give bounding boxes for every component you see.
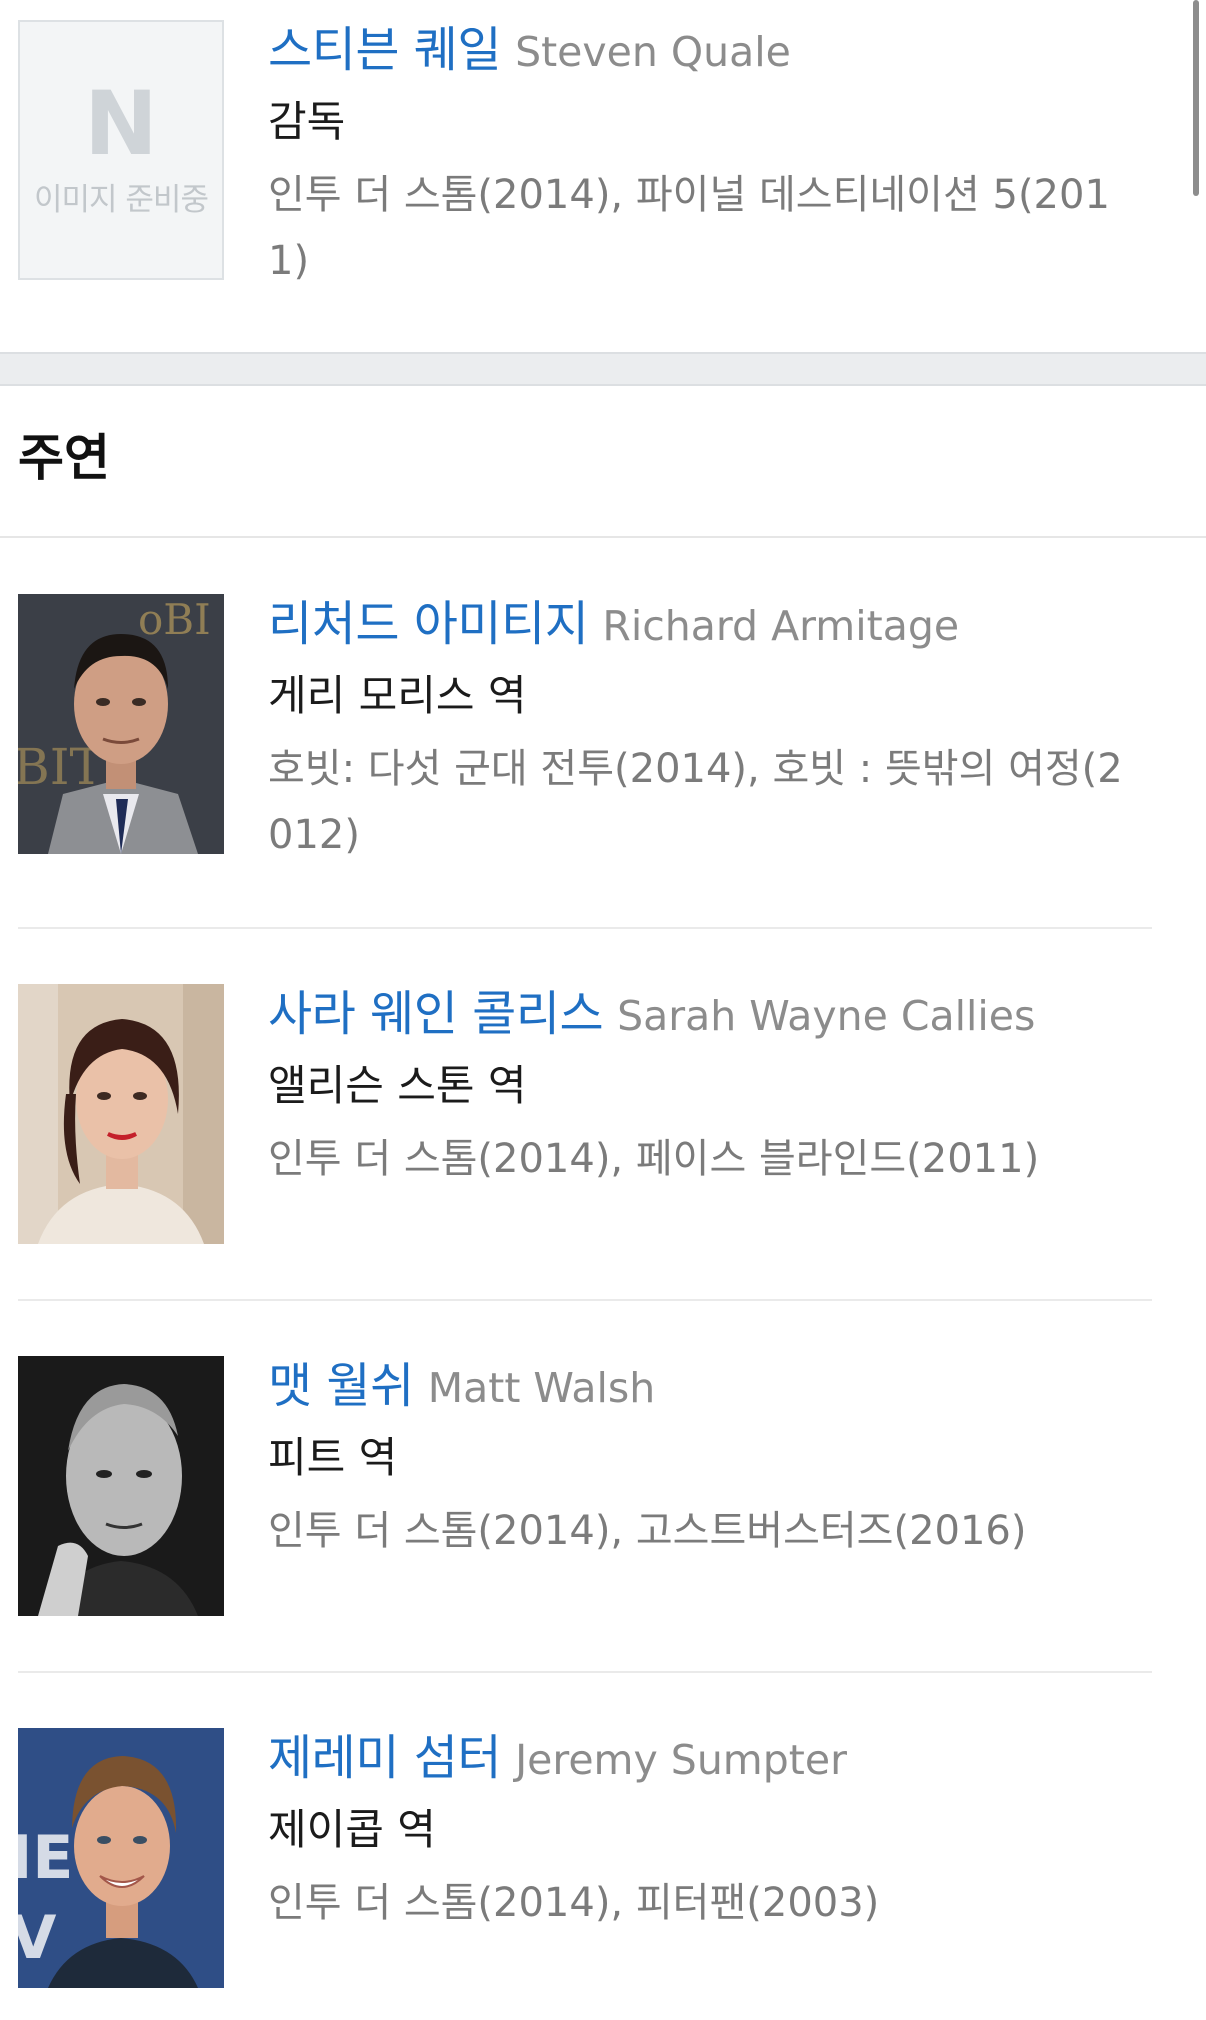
cast-name-ko[interactable]: 리처드 아미티지 bbox=[268, 596, 589, 652]
director-name-en: Steven Quale bbox=[515, 28, 791, 76]
scrollbar[interactable] bbox=[1193, 0, 1199, 196]
cast-name-en: Matt Walsh bbox=[427, 1364, 656, 1412]
cast-name-en: Jeremy Sumpter bbox=[515, 1736, 847, 1784]
svg-text:V: V bbox=[18, 1903, 57, 1973]
svg-text:IE: IE bbox=[18, 1823, 73, 1893]
list-divider bbox=[18, 1671, 1152, 1673]
cast-info: 사라 웨인 콜리스 Sarah Wayne Callies 앨리슨 스톤 역 인투… bbox=[268, 984, 1138, 1192]
cast-name[interactable]: 사라 웨인 콜리스 Sarah Wayne Callies bbox=[268, 984, 1138, 1046]
director-works: 인투 더 스톰(2014), 파이널 데스티네이션 5(2011) bbox=[268, 172, 1110, 284]
cast-role: 앨리슨 스톤 역 bbox=[268, 1061, 527, 1110]
director-photo-placeholder: N 이미지 준비중 bbox=[18, 20, 224, 280]
person-photo-icon bbox=[18, 1356, 224, 1616]
cast-photo: oBI BIT bbox=[18, 594, 224, 854]
cast-role: 피트 역 bbox=[268, 1433, 398, 1482]
section-separator bbox=[0, 352, 1206, 386]
director-name-ko[interactable]: 스티븐 퀘일 bbox=[268, 22, 502, 78]
cast-works: 인투 더 스톰(2014), 페이스 블라인드(2011) bbox=[268, 1136, 1040, 1182]
cast-name-ko[interactable]: 사라 웨인 콜리스 bbox=[268, 986, 604, 1042]
cast-info: 리처드 아미티지 Richard Armitage 게리 모리스 역 호빗: 다섯… bbox=[268, 594, 1138, 868]
list-divider bbox=[18, 927, 1152, 929]
director-role: 감독 bbox=[268, 97, 346, 146]
cast-name[interactable]: 리처드 아미티지 Richard Armitage bbox=[268, 594, 1138, 656]
cast-photo bbox=[18, 1356, 224, 1616]
cast-name-ko[interactable]: 제레미 섬터 bbox=[268, 1730, 502, 1786]
section-title-cast: 주연 bbox=[18, 429, 110, 487]
section-divider bbox=[0, 536, 1206, 538]
person-photo-icon: oBI BIT bbox=[18, 594, 224, 854]
cast-name-en: Richard Armitage bbox=[602, 602, 960, 650]
director-name[interactable]: 스티븐 퀘일 Steven Quale bbox=[268, 20, 1138, 82]
cast-photo: IE V bbox=[18, 1728, 224, 1988]
person-photo-icon: IE V bbox=[18, 1728, 224, 1988]
cast-name[interactable]: 맷 월쉬 Matt Walsh bbox=[268, 1356, 1138, 1418]
cast-role: 제이콥 역 bbox=[268, 1805, 436, 1854]
cast-name[interactable]: 제레미 섬터 Jeremy Sumpter bbox=[268, 1728, 1138, 1790]
person-photo-icon bbox=[18, 984, 224, 1244]
cast-name-en: Sarah Wayne Callies bbox=[617, 992, 1036, 1040]
svg-text:oBI: oBI bbox=[138, 595, 211, 644]
placeholder-text: 이미지 준비중 bbox=[34, 182, 209, 218]
placeholder-logo-icon: N bbox=[84, 72, 158, 175]
cast-info: 맷 월쉬 Matt Walsh 피트 역 인투 더 스톰(2014), 고스트버스… bbox=[268, 1356, 1138, 1564]
cast-works: 호빗: 다섯 군대 전투(2014), 호빗 : 뜻밖의 여정(2012) bbox=[268, 746, 1123, 858]
cast-works: 인투 더 스톰(2014), 고스트버스터즈(2016) bbox=[268, 1508, 1027, 1554]
cast-info: 제레미 섬터 Jeremy Sumpter 제이콥 역 인투 더 스톰(2014)… bbox=[268, 1728, 1138, 1936]
cast-works: 인투 더 스톰(2014), 피터팬(2003) bbox=[268, 1880, 880, 1926]
director-info: 스티븐 퀘일 Steven Quale 감독 인투 더 스톰(2014), 파이널… bbox=[268, 20, 1138, 294]
list-divider bbox=[18, 1299, 1152, 1301]
cast-name-ko[interactable]: 맷 월쉬 bbox=[268, 1358, 414, 1414]
cast-role: 게리 모리스 역 bbox=[268, 671, 527, 720]
cast-photo bbox=[18, 984, 224, 1244]
